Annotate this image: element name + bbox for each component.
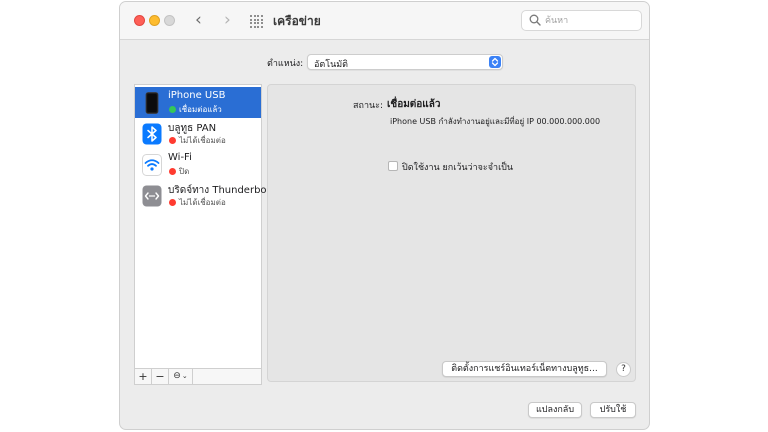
bluetooth-icon <box>142 123 162 145</box>
status-value: เชื่อมต่อแล้ว <box>387 99 441 110</box>
close-window-button[interactable] <box>134 15 145 26</box>
service-status: ปิด <box>179 167 190 176</box>
location-value: อัตโนมัติ <box>314 60 349 70</box>
search-input[interactable] <box>545 13 637 28</box>
status-dot-green <box>169 106 176 113</box>
iphone-icon <box>145 92 159 114</box>
location-select[interactable]: อัตโนมัติ <box>307 54 503 70</box>
service-item-wifi[interactable]: Wi-Fi ปิด <box>135 149 261 180</box>
forward-arrow-icon[interactable]: › <box>224 10 231 30</box>
minimize-window-button[interactable] <box>149 15 160 26</box>
service-item-thunderbolt-bridge[interactable]: บริดจ์ทาง Thunderbolt ไม่ได้เชื่อมต่อ <box>135 180 273 211</box>
service-name: Wi-Fi <box>168 152 192 163</box>
search-field[interactable] <box>521 10 642 31</box>
help-button[interactable]: ? <box>616 362 631 377</box>
window-title: เครือข่าย <box>273 14 321 28</box>
disable-unless-needed-checkbox[interactable] <box>388 161 398 171</box>
wifi-icon <box>142 154 162 176</box>
service-status: เชื่อมต่อแล้ว <box>179 105 222 114</box>
thunderbolt-bridge-icon <box>142 185 162 207</box>
add-service-button[interactable]: + <box>135 369 152 384</box>
service-detail-panel: สถานะ: เชื่อมต่อแล้ว iPhone USB กำลังทำง… <box>267 84 636 382</box>
service-list: iPhone USB เชื่อมต่อแล้ว บลูทูธ PAN ไม่ไ… <box>134 84 273 385</box>
service-status: ไม่ได้เชื่อมต่อ <box>179 198 226 207</box>
bluetooth-tethering-button[interactable]: ติดตั้งการแชร์อินเทอร์เน็ตทางบลูทูธ... <box>442 361 607 377</box>
chevron-updown-icon <box>489 56 501 68</box>
service-status: ไม่ได้เชื่อมต่อ <box>179 136 226 145</box>
service-item-iphone-usb[interactable]: iPhone USB เชื่อมต่อแล้ว <box>135 87 261 118</box>
apply-button[interactable]: ปรับใช้ <box>590 402 636 418</box>
status-dot-red <box>169 137 176 144</box>
revert-button[interactable]: แปลงกลับ <box>528 402 582 418</box>
back-arrow-icon[interactable]: ‹ <box>195 10 202 30</box>
location-label: ตำแหน่ง: <box>267 59 304 69</box>
remove-service-button[interactable]: − <box>152 369 169 384</box>
action-icon: ⊖ <box>173 371 181 381</box>
status-dot-red <box>169 199 176 206</box>
titlebar: ‹ › เครือข่าย <box>120 2 649 40</box>
checkbox-label: ปิดใช้งาน ยกเว้นว่าจะจำเป็น <box>402 163 514 173</box>
show-all-grid-icon[interactable] <box>250 15 263 28</box>
service-list-toolbar: + − ⊖⌄ <box>134 368 262 385</box>
status-description: iPhone USB กำลังทำงานอยู่และมีที่อยู่ IP… <box>390 117 601 126</box>
zoom-window-button[interactable] <box>164 15 175 26</box>
service-item-bluetooth-pan[interactable]: บลูทูธ PAN ไม่ได้เชื่อมต่อ <box>135 118 261 149</box>
search-icon <box>529 14 541 26</box>
status-dot-red <box>169 168 176 175</box>
service-name: iPhone USB <box>168 90 226 101</box>
action-menu-button[interactable]: ⊖⌄ <box>169 369 193 384</box>
chevron-down-icon: ⌄ <box>181 372 188 380</box>
status-label: สถานะ: <box>353 101 384 111</box>
network-preferences-window: ‹ › เครือข่าย ตำแหน่ง: อัตโนมัติ <box>119 1 650 430</box>
